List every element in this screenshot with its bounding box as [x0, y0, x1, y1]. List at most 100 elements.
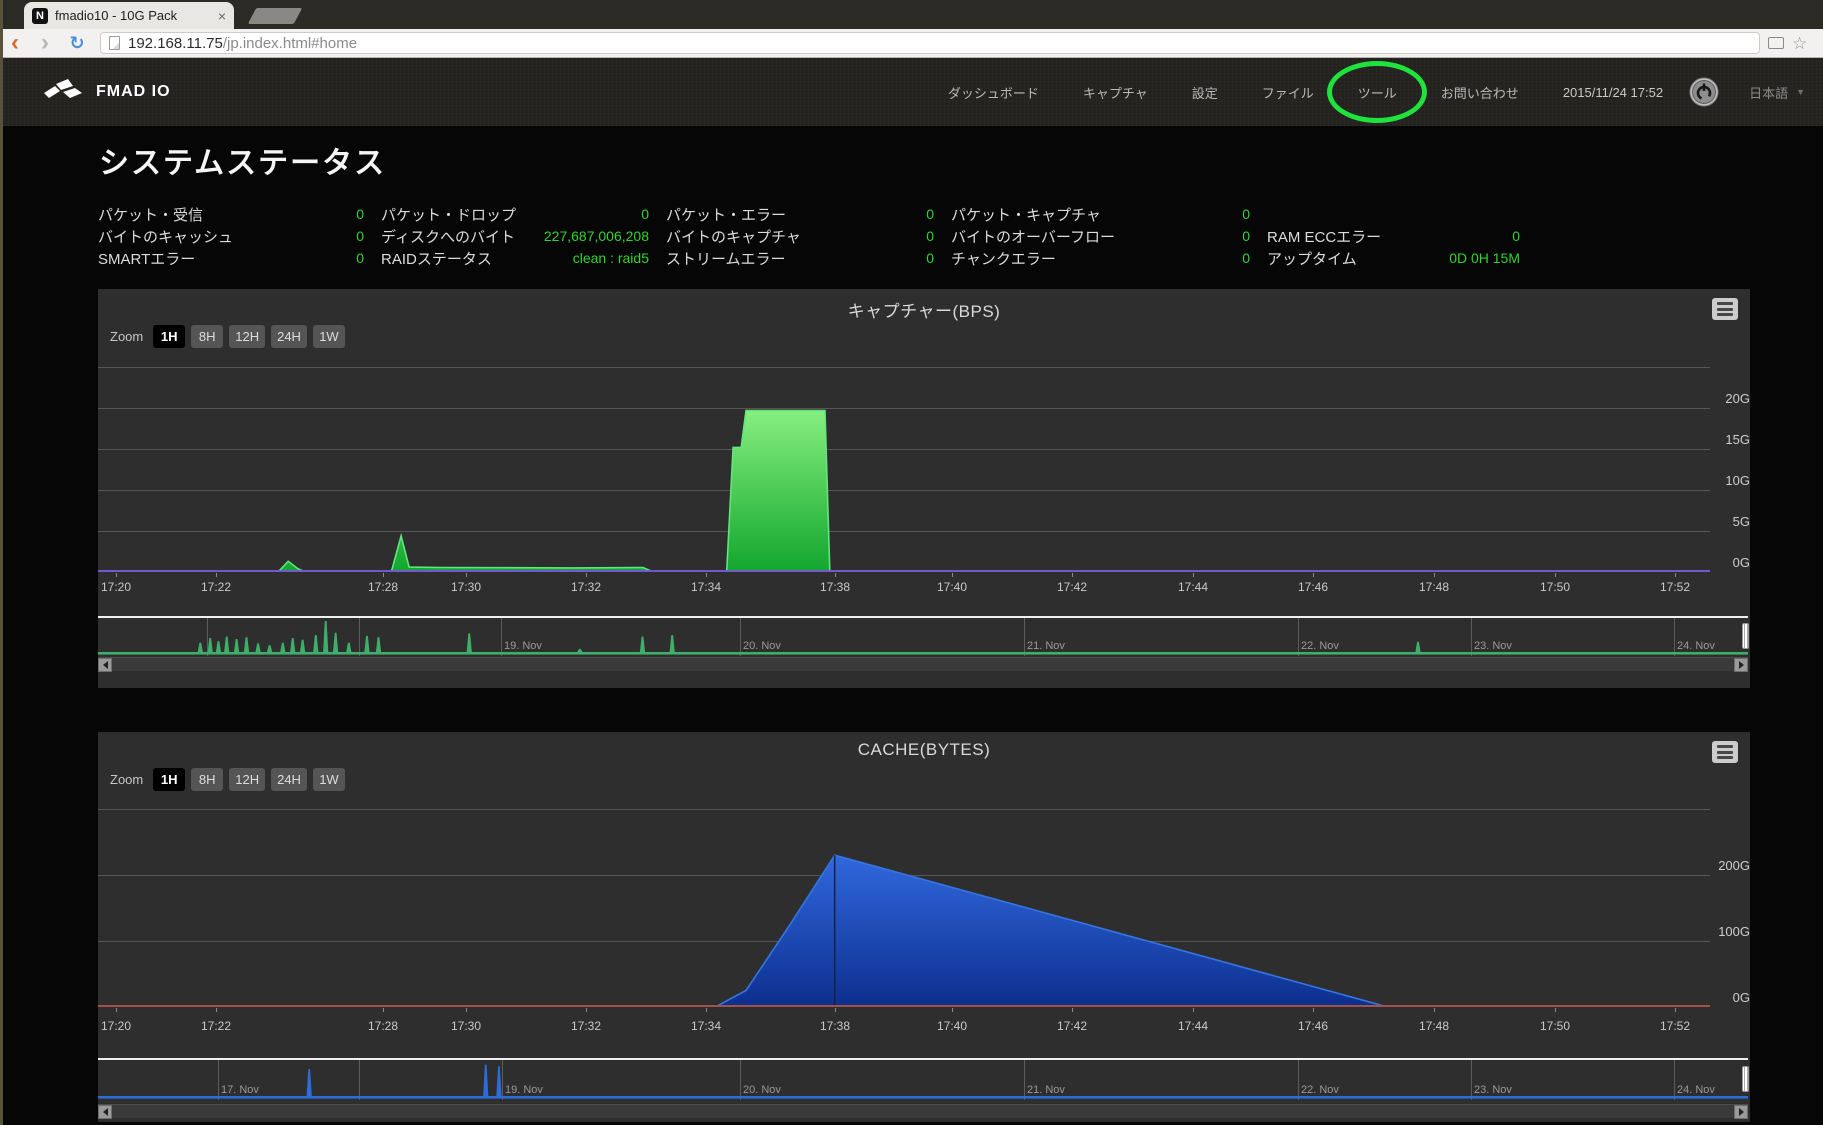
- x-axis-label: 17:28: [368, 580, 398, 594]
- navigator-date-label: 22. Nov: [1301, 640, 1339, 652]
- navigator-handle[interactable]: [1742, 1066, 1749, 1092]
- x-axis-label: 17:22: [201, 580, 231, 594]
- x-axis-label: 17:32: [571, 1019, 601, 1033]
- left-arrow-icon: [103, 1108, 108, 1116]
- browser-tab[interactable]: N fmadio10 - 10G Pack ×: [24, 2, 234, 29]
- x-axis-tick: [116, 573, 117, 577]
- power-icon[interactable]: [1689, 77, 1719, 107]
- reload-icon[interactable]: ↻: [60, 33, 94, 54]
- browser-toolbar: ‹ › ↻ 192.168.11.75/jp.index.html#home ☆: [0, 29, 1823, 58]
- cache-bytes-chart: CACHE(BYTES) Zoom1H8H12H24H1W200G100G0G1…: [98, 732, 1750, 1122]
- status-label: パケット・受信: [98, 204, 203, 225]
- nav-capture[interactable]: キャプチャ: [1083, 83, 1148, 102]
- zoom-button-1h[interactable]: 1H: [153, 325, 185, 348]
- navigator[interactable]: 17. Nov19. Nov20. Nov21. Nov22. Nov23. N…: [98, 1058, 1748, 1100]
- nav-settings[interactable]: 設定: [1192, 83, 1218, 102]
- scrollbar-right-arrow[interactable]: [1734, 658, 1748, 672]
- status-label: チャンクエラー: [951, 248, 1056, 269]
- nav-dashboard[interactable]: ダッシュボード: [948, 83, 1039, 102]
- status-label: パケット・ドロップ: [381, 204, 516, 225]
- chart-menu-icon[interactable]: [1712, 298, 1738, 320]
- fmadio-logo[interactable]: FMAD IO: [42, 77, 171, 107]
- navigator-date-label: 20. Nov: [743, 1084, 781, 1096]
- plot-area[interactable]: [98, 367, 1710, 572]
- url-path: /jp.index.html#home: [223, 35, 357, 52]
- zoom-button-1w[interactable]: 1W: [313, 768, 345, 791]
- status-cell: パケット・キャプチャ 0: [951, 203, 1267, 225]
- x-axis-tick: [706, 573, 707, 577]
- browser-tab-bar: N fmadio10 - 10G Pack ×: [0, 0, 1823, 29]
- x-axis-tick: [216, 573, 217, 577]
- plot-area[interactable]: [98, 809, 1710, 1007]
- status-value: 0: [1242, 250, 1250, 266]
- screen-left-edge: [0, 0, 3, 1125]
- page-title: システムステータス: [99, 138, 386, 182]
- zoom-button-24h[interactable]: 24H: [271, 768, 307, 791]
- series-area: [98, 855, 1710, 1007]
- bookmark-star-icon[interactable]: ☆: [1792, 35, 1807, 52]
- scrollbar-left-arrow[interactable]: [98, 658, 112, 672]
- zoom-button-12h[interactable]: 12H: [229, 325, 265, 348]
- y-axis-label: 20G: [1712, 391, 1750, 406]
- y-axis-label: 10G: [1712, 473, 1750, 488]
- navigator-date-label: 19. Nov: [505, 1084, 543, 1096]
- x-axis-label: 17:48: [1419, 1019, 1449, 1033]
- x-axis-label: 17:52: [1660, 580, 1690, 594]
- bookmark-card-icon[interactable]: [1768, 37, 1784, 49]
- tab-close-icon[interactable]: ×: [218, 8, 226, 24]
- series-svg: [98, 367, 1710, 572]
- x-axis-label: 17:50: [1540, 1019, 1570, 1033]
- x-axis-tick: [383, 573, 384, 577]
- status-label: バイトのオーバーフロー: [951, 226, 1115, 247]
- navigator-scrollbar[interactable]: [98, 657, 1748, 671]
- zoom-button-8h[interactable]: 8H: [191, 768, 223, 791]
- navigator-date-label: 21. Nov: [1027, 1084, 1065, 1096]
- series-svg: [98, 809, 1710, 1007]
- x-axis-tick: [586, 1008, 587, 1012]
- x-axis-label: 17:28: [368, 1019, 398, 1033]
- status-label: バイトのキャッシュ: [98, 226, 233, 247]
- header-datetime: 2015/11/24 17:52: [1563, 85, 1663, 100]
- back-icon[interactable]: ‹: [0, 33, 30, 53]
- status-value: 0: [1242, 206, 1250, 222]
- x-axis-label: 17:52: [1660, 1019, 1690, 1033]
- x-axis-tick: [1313, 573, 1314, 577]
- x-axis-tick: [952, 1008, 953, 1012]
- page-icon: [109, 36, 120, 50]
- forward-icon[interactable]: ›: [30, 33, 60, 53]
- status-label: パケット・キャプチャ: [951, 204, 1101, 225]
- scrollbar-right-arrow[interactable]: [1734, 1105, 1748, 1119]
- x-axis-tick: [1193, 1008, 1194, 1012]
- status-cell: バイトのキャッシュ0: [98, 225, 381, 247]
- x-axis-tick: [1193, 573, 1194, 577]
- address-bar[interactable]: 192.168.11.75/jp.index.html#home: [100, 32, 1760, 54]
- chart-menu-icon[interactable]: [1712, 741, 1738, 763]
- nav-contact[interactable]: お問い合わせ: [1441, 83, 1519, 102]
- language-label: 日本語: [1749, 83, 1788, 102]
- scrollbar-left-arrow[interactable]: [98, 1105, 112, 1119]
- zoom-button-24h[interactable]: 24H: [271, 325, 307, 348]
- x-axis-tick: [116, 1008, 117, 1012]
- zoom-button-8h[interactable]: 8H: [191, 325, 223, 348]
- status-label: アップタイム: [1267, 248, 1357, 269]
- x-axis-label: 17:46: [1298, 580, 1328, 594]
- chevron-down-icon: ▼: [1796, 87, 1805, 97]
- nav-tools[interactable]: ツール: [1358, 83, 1397, 102]
- zoom-button-1w[interactable]: 1W: [313, 325, 345, 348]
- status-cell: SMARTエラー0: [98, 247, 381, 269]
- zoom-button-12h[interactable]: 12H: [229, 768, 265, 791]
- navigator-date-label: 17. Nov: [221, 1084, 259, 1096]
- x-axis-tick: [466, 1008, 467, 1012]
- nav-files[interactable]: ファイル: [1262, 83, 1314, 102]
- new-tab-button[interactable]: [248, 8, 303, 24]
- navigator-scrollbar[interactable]: [98, 1104, 1748, 1118]
- navigator-handle[interactable]: [1742, 623, 1749, 649]
- language-selector[interactable]: 日本語 ▼: [1749, 83, 1805, 102]
- right-arrow-icon: [1739, 1108, 1744, 1116]
- x-axis-tick: [1555, 1008, 1556, 1012]
- zoom-button-1h[interactable]: 1H: [153, 768, 185, 791]
- status-value: 0: [641, 206, 649, 222]
- status-value: 0: [1242, 228, 1250, 244]
- favicon-icon: N: [32, 8, 48, 24]
- navigator[interactable]: 19. Nov20. Nov21. Nov22. Nov23. Nov24. N…: [98, 616, 1748, 656]
